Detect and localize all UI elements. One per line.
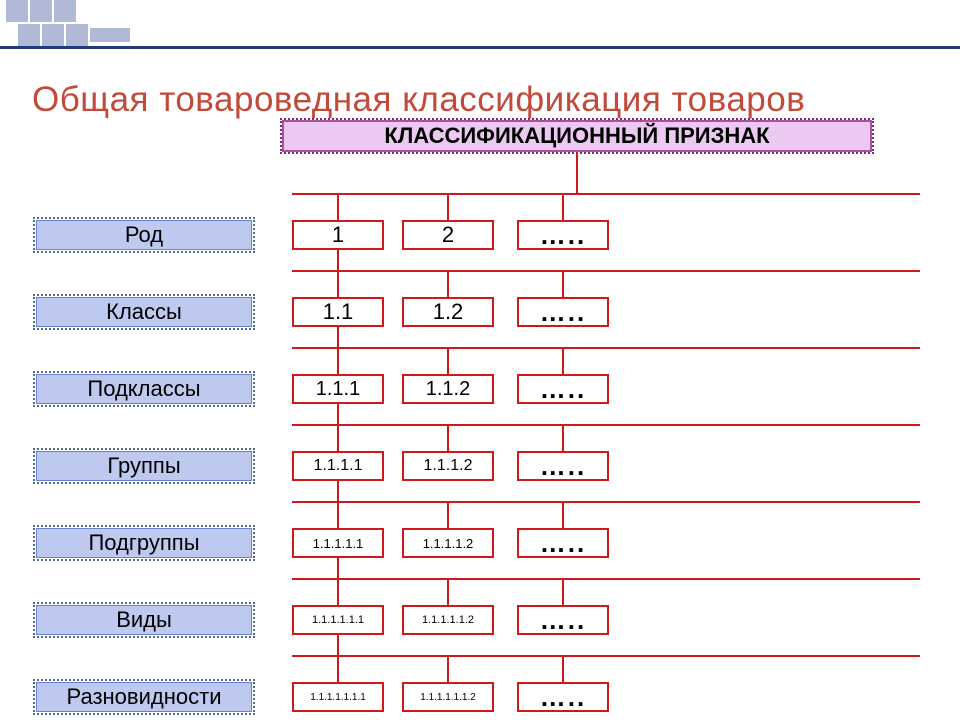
hierarchy-node: 2 [402,220,494,250]
ellipsis-text: ….. [540,297,586,328]
node-code: 1.2 [433,299,464,325]
hierarchy-node: 1.1.1.1.2 [402,528,494,558]
hierarchy-node: 1.1.1.1.1.1.1 [292,682,384,712]
hierarchy-node: 1.1.1.1.1 [292,528,384,558]
ellipsis-text: ….. [540,605,586,636]
root-node: КЛАССИФИКАЦИОННЫЙ ПРИЗНАК [282,120,872,152]
deco-square [18,24,40,46]
hierarchy-node: 1.1.1.1 [292,451,384,481]
node-code: 1.1.1.1 [314,457,363,475]
slide-title: Общая товароведная классификация товаров [32,80,805,120]
node-code: 1.1.1.1.1.1 [312,614,364,626]
hierarchy-node: 1.2 [402,297,494,327]
deco-square [42,24,64,46]
ellipsis-text: ….. [540,528,586,559]
ellipsis-text: ….. [540,451,586,482]
deco-square [90,28,130,42]
hierarchy-node: 1.1.1.1.1.1 [292,605,384,635]
deco-square [66,24,88,46]
hierarchy-node: 1.1.1.1.1.1.2 [402,682,494,712]
level-label: Подклассы [36,374,252,404]
node-ellipsis: ….. [517,682,609,712]
node-code: 1.1.1.1.1.1.1 [310,692,366,703]
node-ellipsis: ….. [517,374,609,404]
level-label: Подгруппы [36,528,252,558]
node-ellipsis: ….. [517,220,609,250]
node-code: 1.1.2 [426,378,470,401]
node-code: 1.1.1.1.1 [313,536,364,551]
ellipsis-text: ….. [540,220,586,251]
level-label: Виды [36,605,252,635]
node-code: 1.1.1.2 [424,457,473,475]
slide-top-stripe [0,0,960,49]
node-code: 1.1 [323,299,354,325]
node-code: 1.1.1.1.2 [423,536,474,551]
node-ellipsis: ….. [517,297,609,327]
ellipsis-text: ….. [540,682,586,713]
node-code: 1.1.1.1.1.2 [422,614,474,626]
level-label: Род [36,220,252,250]
node-code: 2 [442,222,454,248]
level-label: Классы [36,297,252,327]
node-code: 1 [332,222,344,248]
deco-square [54,0,76,22]
node-code: 1.1.1 [316,378,360,401]
node-code: 1.1.1.1.1.1.2 [420,692,476,703]
deco-square [30,0,52,22]
node-ellipsis: ….. [517,605,609,635]
hierarchy-node: 1.1.1.2 [402,451,494,481]
deco-square [6,0,28,22]
hierarchy-node: 1.1.1.1.1.2 [402,605,494,635]
hierarchy-node: 1.1 [292,297,384,327]
hierarchy-node: 1.1.1 [292,374,384,404]
node-ellipsis: ….. [517,451,609,481]
ellipsis-text: ….. [540,374,586,405]
level-label: Группы [36,451,252,481]
node-ellipsis: ….. [517,528,609,558]
hierarchy-node: 1.1.2 [402,374,494,404]
level-label: Разновидности [36,682,252,712]
hierarchy-node: 1 [292,220,384,250]
